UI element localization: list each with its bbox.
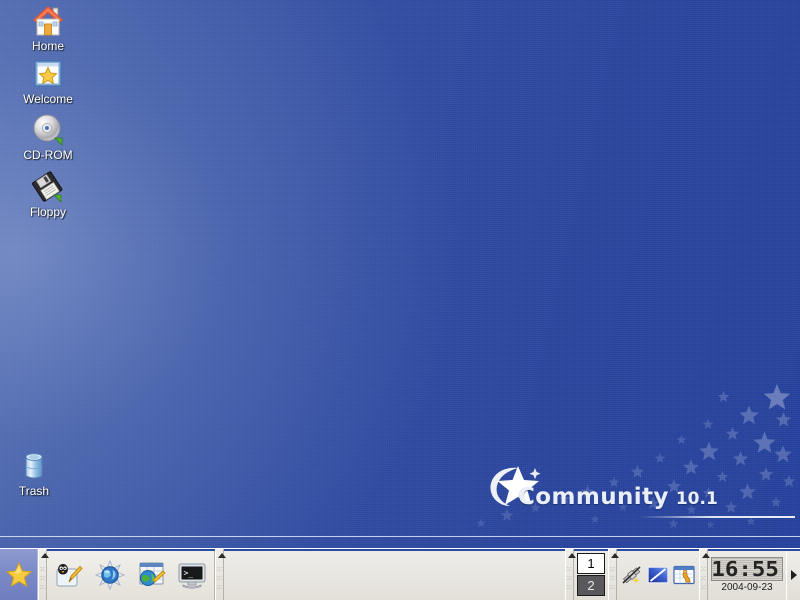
blue-gradient-icon (647, 565, 669, 584)
desktop-screen: Community 10.1 Home Welcome CD-ROM Flopp… (0, 0, 800, 600)
svg-text:>_: >_ (184, 568, 194, 577)
taskbar-top-edge (0, 549, 800, 551)
desktop-icon-label: Home (31, 39, 64, 53)
trash-can-icon (17, 449, 51, 483)
wallpaper-divider-line (0, 536, 800, 537)
desktop-icon-floppy[interactable]: Floppy (2, 170, 94, 219)
arrow-right-icon (790, 569, 797, 580)
panel-handle-icon (568, 553, 576, 558)
desktop-wallpaper[interactable]: Community 10.1 Home Welcome CD-ROM Flopp… (0, 0, 800, 548)
quicklaunch-bar: >_ (47, 549, 215, 600)
quicklaunch-webbrowser-button[interactable] (132, 553, 170, 597)
clock-time: 16:55 (711, 556, 780, 581)
panel-handle-left[interactable]: ⁙ ⁙ ⁙ (38, 549, 49, 600)
tray-updates-button[interactable] (672, 563, 696, 587)
panel-handle-dots: ⁙ ⁙ ⁙ (700, 565, 707, 592)
panel-handle-dots: ⁙ ⁙ ⁙ (216, 565, 223, 592)
cdrom-disc-icon (31, 113, 65, 147)
panel-handle-dots: ⁙ ⁙ ⁙ (566, 565, 573, 592)
pager-desktop-1[interactable]: 1 (577, 553, 605, 574)
quicklaunch-kwrite-button[interactable] (50, 553, 88, 597)
panel-collapse-right-button[interactable] (786, 549, 800, 600)
taskbar: ⁙ ⁙ ⁙ >_ ⁙ ⁙ ⁙ ⁙ ⁙ ⁙ 1 2 ⁙ ⁙ ⁙ ⁙ ⁙ ⁙ 16:… (0, 548, 800, 600)
tray-display-button[interactable] (646, 563, 670, 587)
desktop-icon-welcome[interactable]: Welcome (2, 57, 94, 106)
panel-handle-clock[interactable]: ⁙ ⁙ ⁙ (699, 549, 710, 600)
desktop-icon-label: Trash (18, 484, 50, 498)
panel-handle-icon (41, 553, 49, 558)
panel-handle-pager[interactable]: ⁙ ⁙ ⁙ (565, 549, 576, 600)
panel-handle-icon (611, 553, 619, 558)
globe-compass-icon (95, 559, 125, 590)
panel-handle-systray[interactable]: ⁙ ⁙ ⁙ (608, 549, 619, 600)
clock-widget[interactable]: 16:55 2004-09-23 (708, 549, 786, 600)
home-folder-icon (31, 4, 65, 38)
pager-desktop-2[interactable]: 2 (577, 575, 605, 596)
terminal-monitor-icon: >_ (178, 563, 206, 589)
welcome-star-icon (31, 57, 65, 91)
floppy-disk-icon (31, 170, 65, 204)
panel-handle-icon (218, 553, 226, 558)
desktop-icon-label: Floppy (29, 205, 67, 219)
clock-date: 2004-09-23 (721, 581, 773, 593)
panel-handle-icon (702, 553, 710, 558)
star-menu-icon (5, 561, 32, 587)
panel-handle-dots: ⁙ ⁙ ⁙ (39, 565, 46, 592)
quicklaunch-terminal-button[interactable]: >_ (173, 553, 211, 597)
desktop-pager: 1 2 (574, 549, 608, 600)
panel-handle-right[interactable]: ⁙ ⁙ ⁙ (215, 549, 226, 600)
desktop-icon-label: CD-ROM (23, 148, 73, 162)
desktop-icon-trash[interactable]: Trash (0, 449, 80, 498)
desktop-icon-home[interactable]: Home (2, 4, 94, 53)
panel-handle-dots: ⁙ ⁙ ⁙ (609, 565, 616, 592)
clock-lcd-panel: 16:55 (711, 556, 783, 581)
desktop-icon-label: Welcome (23, 92, 73, 106)
desktop-icon-cdrom[interactable]: CD-ROM (2, 113, 94, 162)
quicklaunch-konqueror-button[interactable] (91, 553, 129, 597)
globe-window-icon (139, 562, 166, 586)
system-tray (617, 549, 699, 600)
start-menu-button[interactable] (0, 549, 38, 600)
tray-network-button[interactable] (620, 563, 644, 587)
window-bell-icon (673, 565, 695, 584)
penguin-pencil-icon (56, 563, 83, 586)
task-button-area[interactable] (224, 549, 565, 600)
plug-connection-icon (622, 565, 641, 584)
starfield-decoration (476, 384, 796, 529)
